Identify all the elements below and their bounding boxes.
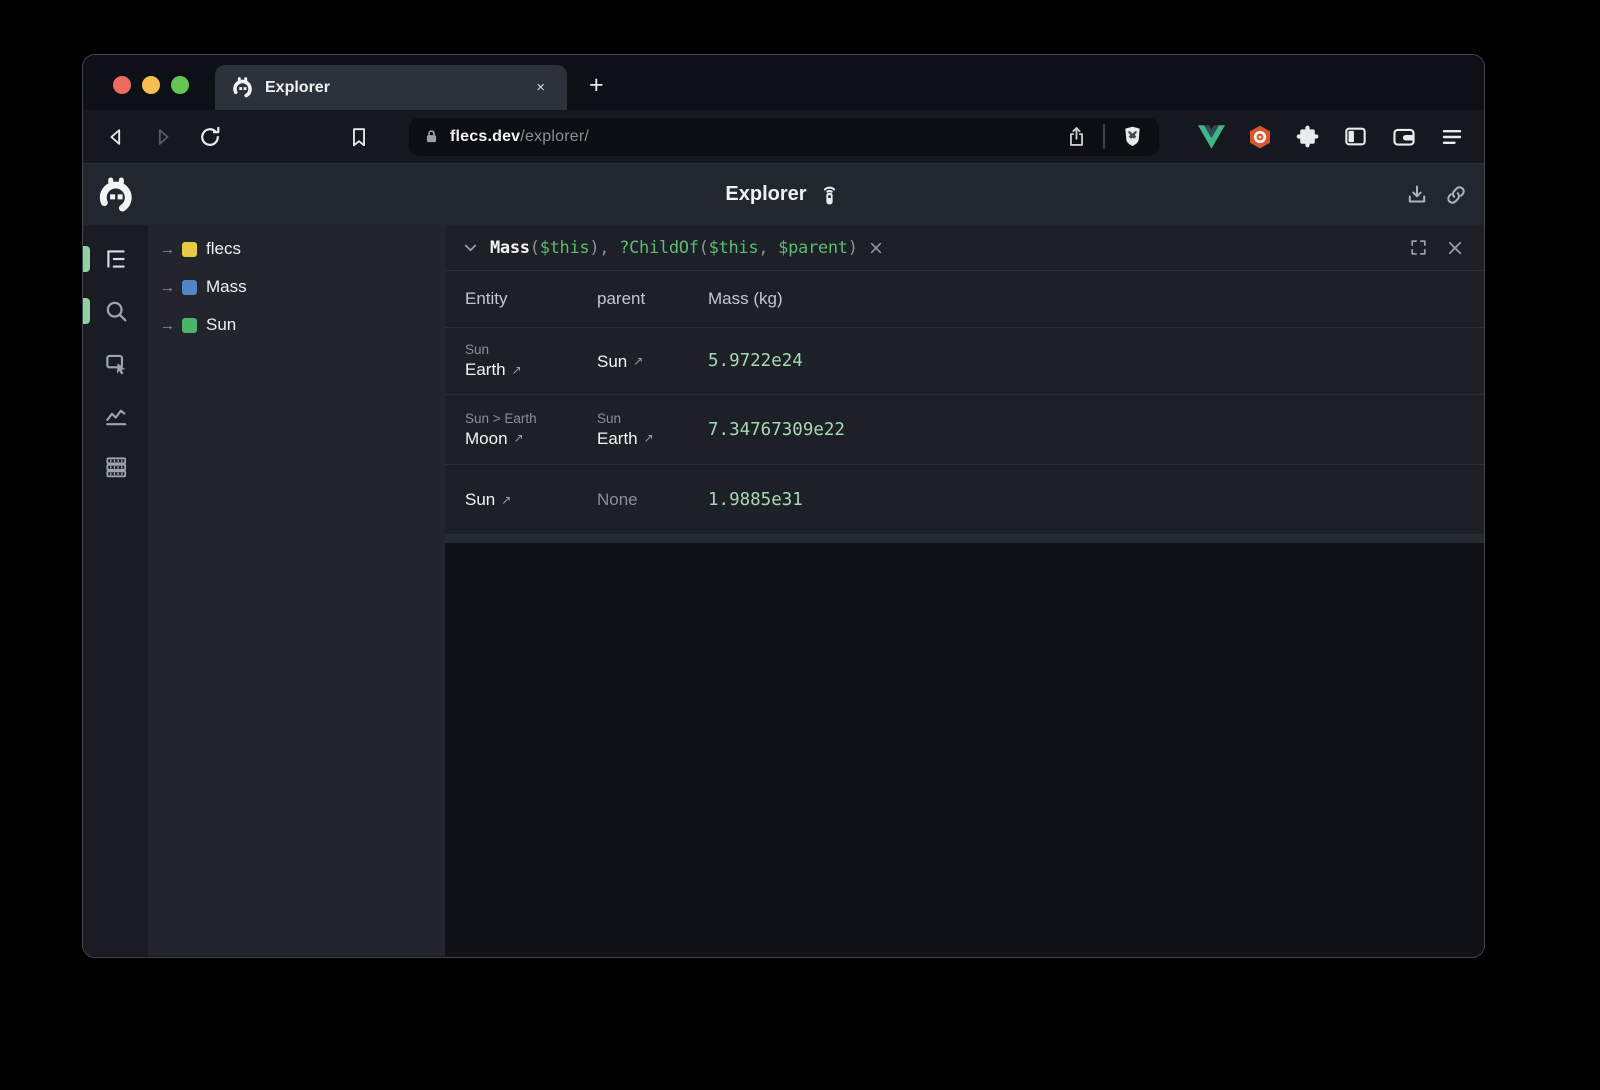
entity-color-swatch (182, 242, 197, 257)
browser-toolbar: flecs.dev/explorer/ (83, 110, 1484, 163)
connection-remote-icon[interactable] (817, 182, 842, 207)
panel-iconbar (83, 225, 148, 956)
parent-cell: None (597, 465, 708, 534)
goto-entity-icon[interactable]: ↗ (644, 431, 654, 445)
entity-tree-panel: → flecs → Mass → Sun (148, 225, 445, 956)
sidebar-toggle-icon[interactable] (1341, 122, 1370, 151)
bookmark-icon[interactable] (344, 122, 374, 152)
entity-path: Sun > Earth (465, 410, 597, 427)
entity-cell: Sun ↗ (465, 465, 597, 534)
vue-devtools-icon[interactable] (1197, 122, 1226, 151)
tree-item-sun[interactable]: → Sun (148, 306, 445, 344)
back-button[interactable] (101, 122, 131, 152)
tab-explorer[interactable]: Explorer × (215, 65, 567, 110)
entity-link[interactable]: Moon (465, 427, 508, 450)
lock-icon (423, 128, 440, 145)
entity-cell: Sun Earth ↗ (465, 328, 597, 394)
results-table: Entity parent Mass (kg) Sun Earth ↗ Sun ↗ … (445, 271, 1484, 543)
menu-icon[interactable] (1437, 122, 1466, 151)
url-path: /explorer/ (520, 128, 589, 145)
browser-window: Explorer × + flecs.dev/explorer/ (83, 55, 1484, 957)
clear-query-icon[interactable] (868, 240, 884, 256)
mass-cell: 5.9722e24 (708, 328, 1484, 394)
entity-link[interactable]: Sun (465, 488, 495, 511)
query-panel: Mass($this), ?ChildOf($this, $parent) En… (445, 225, 1484, 956)
parent-cell: Sun ↗ (597, 328, 708, 394)
column-header-parent: parent (597, 289, 708, 309)
column-header-entity: Entity (465, 289, 597, 309)
tree-item-label: Mass (206, 277, 247, 297)
tree-item-label: flecs (206, 239, 241, 259)
mass-value: 7.34767309e22 (708, 420, 1484, 440)
parent-cell: Sun Earth ↗ (597, 395, 708, 464)
close-window-button[interactable] (113, 76, 131, 94)
mass-value: 5.9722e24 (708, 351, 1484, 371)
entity-link[interactable]: Earth (465, 358, 506, 381)
entity-path: Sun (465, 341, 597, 358)
tree-item-flecs[interactable]: → flecs (148, 230, 445, 268)
active-panel-indicator (83, 246, 90, 272)
stats-chart-icon[interactable] (103, 402, 129, 428)
entity-color-swatch (182, 318, 197, 333)
entity-cell: Sun > Earth Moon ↗ (465, 395, 597, 464)
entity-color-swatch (182, 280, 197, 295)
query-header: Mass($this), ?ChildOf($this, $parent) (445, 225, 1484, 271)
brave-shield-icon[interactable] (1120, 124, 1145, 149)
new-tab-button[interactable]: + (589, 73, 604, 98)
goto-entity-icon[interactable]: ↗ (512, 363, 522, 377)
mass-cell: 1.9885e31 (708, 465, 1484, 534)
entity-link[interactable]: Sun (597, 350, 627, 373)
extensions-puzzle-icon[interactable] (1293, 122, 1322, 151)
window-controls (113, 76, 189, 94)
entity-path: Sun (597, 410, 708, 427)
url-host: flecs.dev (450, 128, 520, 145)
reload-button[interactable] (195, 122, 225, 152)
expand-arrow-icon[interactable]: → (160, 241, 182, 258)
tab-bar: Explorer × + (83, 55, 1484, 110)
app-header: Explorer (83, 163, 1484, 225)
goto-entity-icon[interactable]: ↗ (501, 493, 511, 507)
table-row: Sun ↗ None 1.9885e31 (445, 465, 1484, 535)
forward-button (148, 122, 178, 152)
entity-tree-icon[interactable] (103, 246, 129, 272)
url-bar[interactable]: flecs.dev/explorer/ (409, 118, 1159, 156)
chevron-down-icon[interactable] (461, 238, 480, 257)
mass-value: 1.9885e31 (708, 490, 1484, 510)
table-row: Sun Earth ↗ Sun ↗ 5.9722e24 (445, 328, 1484, 395)
fullscreen-icon[interactable] (1409, 238, 1428, 257)
extension-icons (1197, 122, 1468, 151)
close-panel-icon[interactable] (1446, 239, 1464, 257)
hexagon-extension-icon[interactable] (1245, 122, 1274, 151)
profiler-icon[interactable] (103, 454, 129, 480)
wallet-icon[interactable] (1389, 122, 1418, 151)
expand-arrow-icon[interactable]: → (160, 279, 182, 296)
tab-title: Explorer (265, 79, 530, 97)
flecs-favicon (231, 76, 254, 99)
goto-entity-icon[interactable]: ↗ (633, 354, 643, 368)
parent-none: None (597, 490, 708, 510)
goto-entity-icon[interactable]: ↗ (514, 431, 524, 445)
inspect-select-icon[interactable] (103, 350, 129, 376)
expand-arrow-icon[interactable]: → (160, 317, 182, 334)
entity-link[interactable]: Earth (597, 427, 638, 450)
table-footer-divider (445, 535, 1484, 543)
mass-cell: 7.34767309e22 (708, 395, 1484, 464)
table-header-row: Entity parent Mass (kg) (445, 271, 1484, 328)
share-icon[interactable] (1065, 125, 1088, 148)
query-text[interactable]: Mass($this), ?ChildOf($this, $parent) (490, 238, 858, 258)
content-area: → flecs → Mass → Sun Mass($this), ?Chi (83, 225, 1484, 956)
page-title: Explorer (725, 183, 806, 206)
maximize-window-button[interactable] (171, 76, 189, 94)
table-row: Sun > Earth Moon ↗ Sun Earth ↗ 7.34767309e… (445, 395, 1484, 465)
tree-item-label: Sun (206, 315, 236, 335)
minimize-window-button[interactable] (142, 76, 160, 94)
url-text: flecs.dev/explorer/ (450, 128, 589, 146)
column-header-mass: Mass (kg) (708, 289, 1484, 309)
search-icon[interactable] (103, 298, 129, 324)
active-panel-indicator (83, 298, 90, 324)
tab-close-icon[interactable]: × (530, 77, 551, 98)
tree-item-mass[interactable]: → Mass (148, 268, 445, 306)
divider (1103, 124, 1105, 149)
